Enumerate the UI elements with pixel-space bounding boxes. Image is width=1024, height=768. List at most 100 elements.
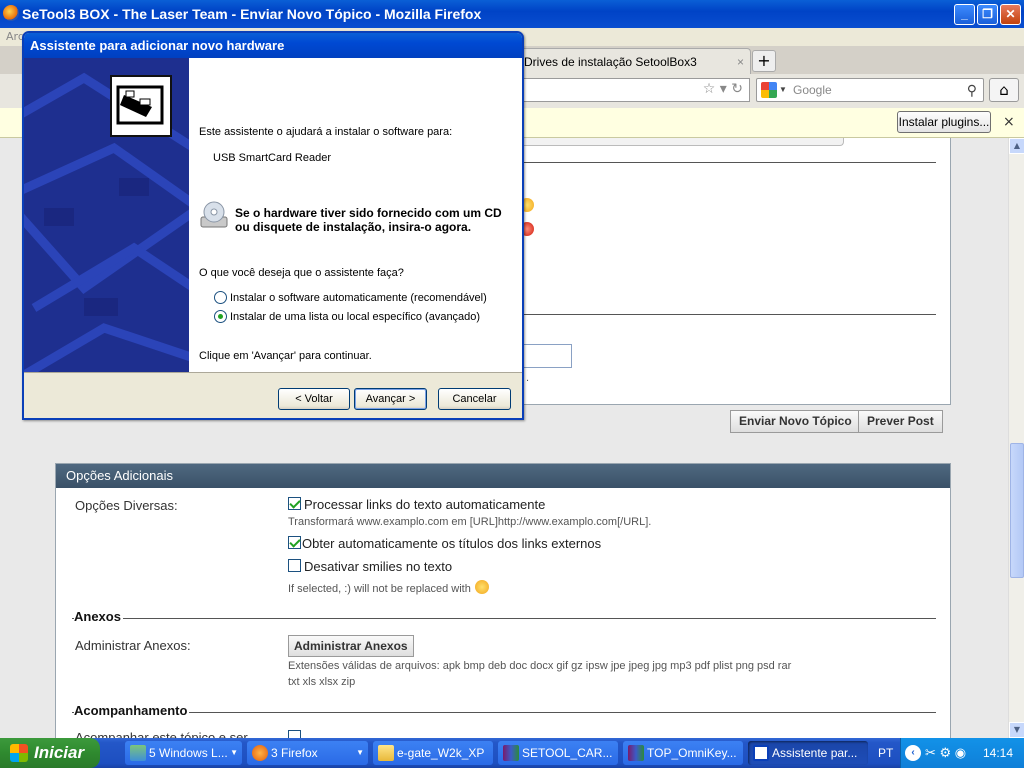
next-button[interactable]: Avançar >: [354, 388, 427, 410]
tab-label: Drives de instalação SetoolBox3: [524, 55, 697, 69]
taskbar-item-wizard[interactable]: Assistente par...: [748, 741, 868, 765]
partial-text: .: [526, 372, 530, 384]
firefox-title-bar: SeTool3 BOX - The Laser Team - Enviar No…: [0, 0, 1024, 28]
winrar-icon: [503, 745, 519, 761]
disable-smilies-desc-text: If selected, :) will not be replaced wit…: [288, 583, 471, 595]
home-icon: ⌂: [999, 81, 1009, 99]
wizard-intro: Este assistente o ajudará a instalar o s…: [199, 126, 453, 138]
close-button[interactable]: ✕: [1000, 4, 1021, 25]
follow-title: Acompanhamento: [74, 703, 190, 718]
scroll-thumb[interactable]: [1010, 443, 1024, 578]
cancel-button[interactable]: Cancelar: [438, 388, 511, 410]
extensions-line1: Extensões válidas de arquivos: apk bmp d…: [288, 660, 792, 672]
hardware-board-icon: [116, 85, 164, 125]
cd-hint-line2: ou disquete de instalação, insira-o agor…: [235, 220, 472, 234]
editor-resize-field[interactable]: ///: [520, 138, 844, 146]
bookmark-star-icon[interactable]: ☆ ▾ ↻: [703, 81, 743, 97]
wizard-side-graphic: [24, 58, 189, 372]
chevron-down-icon[interactable]: ▼: [779, 79, 787, 101]
cd-drive-icon: [200, 201, 228, 228]
taskbar-item-label: 3 Firefox: [271, 746, 318, 760]
extensions-line2: txt xls xlsx zip: [288, 676, 356, 688]
device-name: USB SmartCard Reader: [213, 152, 331, 164]
vertical-scrollbar[interactable]: ▲ ▼: [1008, 138, 1024, 738]
system-tray: ‹ ✂ ⚙ ◉ 14:14: [900, 738, 1024, 768]
install-auto-label[interactable]: Instalar o software automaticamente (rec…: [230, 292, 487, 304]
taskbar-item-label: TOP_OmniKey...: [647, 746, 737, 760]
language-indicator[interactable]: PT: [878, 738, 893, 768]
process-links-label[interactable]: Processar links do texto automaticamente: [304, 497, 545, 512]
taskbar-item-label: SETOOL_CAR...: [522, 746, 613, 760]
additional-options-panel: Opções Adicionais Opções Diversas: Proce…: [55, 463, 951, 738]
windows-live-icon: [130, 745, 146, 761]
hardware-wizard-dialog: Assistente para adicionar novo hardware: [22, 31, 524, 420]
windows-logo-icon: [10, 744, 28, 762]
start-button[interactable]: Iniciar: [0, 738, 100, 768]
clock: 14:14: [983, 746, 1014, 760]
install-plugins-button[interactable]: Instalar plugins...: [897, 111, 991, 133]
firefox-icon: [3, 5, 19, 21]
taskbar: Iniciar 5 Windows L... ▼ 3 Firefox ▼ e-g…: [0, 738, 1024, 768]
misc-options-label: Opções Diversas:: [75, 498, 178, 513]
install-list-radio[interactable]: [214, 310, 227, 323]
tab-close-icon[interactable]: ×: [737, 49, 744, 75]
manage-attachments-button[interactable]: Administrar Anexos: [288, 635, 414, 657]
preview-post-button[interactable]: Prever Post: [858, 410, 943, 433]
chevron-down-icon: ▼: [230, 748, 238, 757]
window-title: SeTool3 BOX - The Laser Team - Enviar No…: [22, 6, 482, 22]
follow-checkbox[interactable]: [288, 730, 301, 738]
taskbar-item-label: e-gate_W2k_XP: [397, 746, 485, 760]
process-links-desc: Transformará www.examplo.com em [URL]htt…: [288, 516, 652, 528]
tab-setoolbox-drivers[interactable]: Drives de instalação SetoolBox3 ×: [515, 48, 751, 74]
wizard-window-icon: [753, 745, 769, 761]
taskbar-item-top-omnikey[interactable]: TOP_OmniKey...: [623, 741, 743, 765]
fetch-titles-checkbox[interactable]: [288, 536, 301, 549]
taskbar-item-setool-car[interactable]: SETOOL_CAR...: [498, 741, 618, 765]
start-label: Iniciar: [34, 743, 85, 762]
manage-attachments-label: Administrar Anexos:: [75, 638, 191, 653]
close-icon[interactable]: ×: [1003, 114, 1015, 130]
new-tab-button[interactable]: +: [752, 50, 776, 72]
tray-icons[interactable]: ✂ ⚙ ◉: [925, 738, 966, 768]
attachments-title: Anexos: [74, 609, 123, 624]
continue-hint: Clique em 'Avançar' para continuar.: [199, 350, 372, 362]
disable-smilies-desc: If selected, :) will not be replaced wit…: [288, 580, 489, 595]
resize-grip-icon[interactable]: ///: [826, 138, 835, 140]
fetch-titles-label[interactable]: Obter automaticamente os títulos dos lin…: [302, 536, 601, 551]
winrar-icon: [628, 745, 644, 761]
scroll-up-icon[interactable]: ▲: [1009, 138, 1024, 154]
google-icon[interactable]: [761, 82, 777, 98]
hardware-icon: [110, 75, 172, 137]
options-header: Opções Adicionais: [56, 464, 950, 488]
minimize-button[interactable]: _: [954, 4, 975, 25]
wizard-title: Assistente para adicionar novo hardware: [24, 33, 522, 58]
firefox-icon: [252, 745, 268, 761]
scroll-down-icon[interactable]: ▼: [1009, 722, 1024, 738]
taskbar-item-firefox[interactable]: 3 Firefox ▼: [247, 741, 368, 765]
cd-hint-line1: Se o hardware tiver sido fornecido com u…: [235, 206, 502, 220]
wizard-separator: [24, 372, 522, 373]
search-icon[interactable]: ⚲: [967, 79, 977, 101]
process-links-checkbox[interactable]: [288, 497, 301, 510]
back-button[interactable]: < Voltar: [278, 388, 350, 410]
url-bar[interactable]: ☆ ▾ ↻: [510, 78, 750, 102]
send-new-topic-button[interactable]: Enviar Novo Tópico: [730, 410, 861, 433]
tray-expand-icon[interactable]: ‹: [905, 745, 921, 761]
attachments-divider: [72, 618, 936, 619]
follow-label: Acompanhar este tópico e ser: [75, 730, 248, 738]
install-list-label[interactable]: Instalar de uma lista ou local específic…: [230, 311, 480, 323]
search-placeholder: Google: [793, 83, 832, 97]
disable-smilies-checkbox[interactable]: [288, 559, 301, 572]
restore-button[interactable]: ❐: [977, 4, 998, 25]
home-button[interactable]: ⌂: [989, 78, 1019, 102]
smiley-icon: [474, 580, 489, 594]
follow-divider: [72, 712, 936, 713]
taskbar-item-egate[interactable]: e-gate_W2k_XP: [373, 741, 493, 765]
search-bar[interactable]: ▼ Google ⚲: [756, 78, 984, 102]
chevron-down-icon: ▼: [356, 748, 364, 757]
taskbar-item-label: 5 Windows L...: [149, 746, 228, 760]
taskbar-item-label: Assistente par...: [772, 746, 858, 760]
disable-smilies-label[interactable]: Desativar smilies no texto: [304, 559, 452, 574]
install-auto-radio[interactable]: [214, 291, 227, 304]
taskbar-item-windows-live[interactable]: 5 Windows L... ▼: [125, 741, 242, 765]
